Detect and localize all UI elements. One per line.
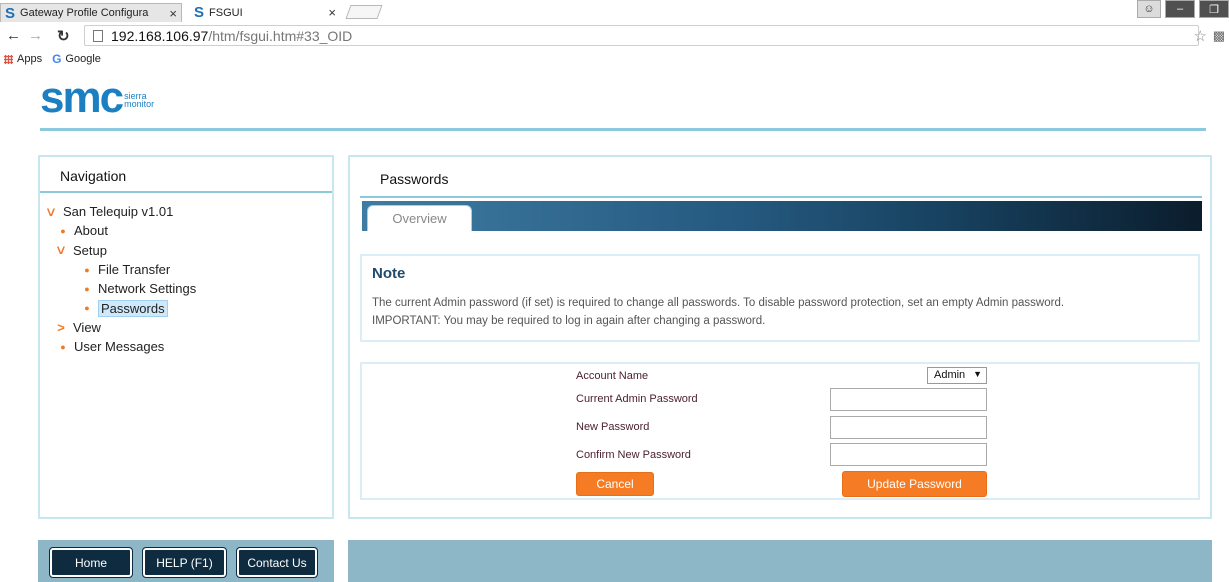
footer-bar	[348, 540, 1212, 582]
tree-item-about[interactable]: ● About	[40, 221, 332, 240]
title-divider	[360, 196, 1202, 198]
page-icon	[93, 29, 103, 42]
tree-item-label: Setup	[73, 242, 107, 258]
bookmarks-bar: Apps G Google	[0, 50, 1229, 68]
logo-mark: smc	[40, 73, 124, 122]
restore-icon[interactable]: ❐	[1199, 0, 1229, 18]
navigation-panel: Navigation ∨ San Telequip v1.01 ● About …	[38, 155, 334, 519]
main-panel: Passwords Overview Note The current Admi…	[348, 155, 1212, 519]
url-host: 192.168.106.97	[111, 27, 209, 44]
bullet-icon: ●	[84, 264, 90, 275]
update-password-button[interactable]: Update Password	[842, 471, 987, 497]
tree-item-label: San Telequip v1.01	[63, 204, 174, 220]
bookmark-star-icon[interactable]: ☆	[1194, 27, 1207, 45]
bullet-icon: ●	[60, 341, 66, 352]
account-name-label: Account Name	[576, 370, 649, 382]
minimize-icon[interactable]: –	[1165, 0, 1195, 18]
reload-icon[interactable]: ↻	[57, 27, 70, 45]
note-line-2: IMPORTANT: You may be required to log in…	[372, 315, 766, 327]
tab-title: Gateway Profile Configura	[20, 7, 149, 19]
extension-icon[interactable]: ▩	[1213, 28, 1225, 44]
tree-item-file-transfer[interactable]: ● File Transfer	[40, 260, 332, 279]
close-icon[interactable]: ×	[328, 5, 336, 20]
chevron-down-icon[interactable]: ∨	[52, 242, 70, 258]
window-controls: ☺ – ❐	[1137, 0, 1229, 18]
profile-icon[interactable]: ☺	[1137, 0, 1161, 18]
bullet-icon: ●	[60, 225, 66, 236]
page-title: Passwords	[380, 171, 449, 187]
tree-item-view[interactable]: > View	[40, 318, 332, 337]
browser-tab-fsgui[interactable]: S FSGUI ×	[190, 3, 340, 22]
navigation-title: Navigation	[40, 157, 332, 193]
header-divider	[40, 128, 1206, 131]
account-name-select[interactable]: Admin ▼	[927, 367, 987, 384]
tree-item-label: File Transfer	[98, 262, 171, 278]
note-title: Note	[372, 265, 406, 282]
note-box: Note The current Admin password (if set)…	[360, 254, 1200, 342]
new-password-label: New Password	[576, 421, 650, 433]
tab-overview[interactable]: Overview	[367, 205, 472, 231]
navigation-tree: ∨ San Telequip v1.01 ● About ∨ Setup ● F…	[40, 193, 332, 356]
current-admin-password-input[interactable]	[830, 388, 987, 411]
browser-toolbar: ← → ↻ 192.168.106.97/htm/fsgui.htm#33_OI…	[0, 22, 1229, 50]
bullet-icon: ●	[84, 303, 90, 314]
google-icon: G	[52, 52, 62, 66]
tree-item-user-messages[interactable]: ● User Messages	[40, 337, 332, 356]
logo-subtitle: sierra monitor	[124, 92, 155, 109]
forward-arrow-icon[interactable]: →	[28, 27, 43, 44]
tree-item-label: User Messages	[74, 339, 165, 355]
confirm-new-password-label: Confirm New Password	[576, 449, 691, 461]
address-bar[interactable]: 192.168.106.97/htm/fsgui.htm#33_OID	[84, 25, 1199, 46]
tree-item-label-selected: Passwords	[98, 299, 168, 317]
tab-title: FSGUI	[209, 6, 243, 19]
account-name-value: Admin	[934, 369, 966, 381]
logo-subtitle-line2: monitor	[124, 99, 155, 109]
contact-us-button[interactable]: Contact Us	[236, 547, 318, 578]
bookmark-google[interactable]: Google	[65, 53, 100, 65]
note-line-1: The current Admin password (if set) is r…	[372, 297, 1065, 309]
note-text: The current Admin password (if set) is r…	[372, 294, 1192, 330]
tab-favicon-icon: S	[5, 4, 16, 22]
brand-logo: smc sierra monitor	[40, 73, 155, 122]
tree-item-passwords[interactable]: ● Passwords	[40, 298, 332, 317]
help-button[interactable]: HELP (F1)	[142, 547, 227, 578]
current-admin-password-label: Current Admin Password	[576, 393, 698, 405]
tab-favicon-icon: S	[194, 4, 205, 21]
tree-item-label: Network Settings	[98, 281, 197, 297]
tab-bar: Overview	[362, 201, 1202, 231]
footer-nav: Home HELP (F1) Contact Us	[38, 540, 334, 582]
bookmark-apps[interactable]: Apps	[17, 53, 42, 65]
back-arrow-icon[interactable]: ←	[6, 27, 21, 44]
tree-item-setup[interactable]: ∨ Setup	[40, 241, 332, 260]
bullet-icon: ●	[84, 283, 90, 294]
new-tab-button[interactable]	[345, 5, 383, 19]
close-icon[interactable]: ×	[169, 6, 177, 21]
home-button[interactable]: Home	[49, 547, 133, 578]
cancel-button[interactable]: Cancel	[576, 472, 654, 496]
browser-tabstrip: S Gateway Profile Configura × S FSGUI × …	[0, 0, 1229, 22]
tree-item-label: View	[73, 319, 101, 335]
dropdown-arrow-icon: ▼	[973, 369, 982, 379]
tree-item-network-settings[interactable]: ● Network Settings	[40, 279, 332, 298]
tree-item-label: About	[74, 223, 108, 239]
password-form: Account Name Admin ▼ Current Admin Passw…	[360, 362, 1200, 500]
chevron-right-icon[interactable]: >	[54, 320, 68, 335]
apps-grid-icon	[4, 54, 13, 64]
tree-item-san-telequip[interactable]: ∨ San Telequip v1.01	[40, 202, 332, 221]
url-path: /htm/fsgui.htm#33_OID	[208, 27, 353, 44]
new-password-input[interactable]	[830, 416, 987, 439]
chevron-down-icon[interactable]: ∨	[42, 204, 60, 220]
confirm-new-password-input[interactable]	[830, 443, 987, 466]
browser-tab-gateway[interactable]: S Gateway Profile Configura ×	[0, 3, 182, 22]
